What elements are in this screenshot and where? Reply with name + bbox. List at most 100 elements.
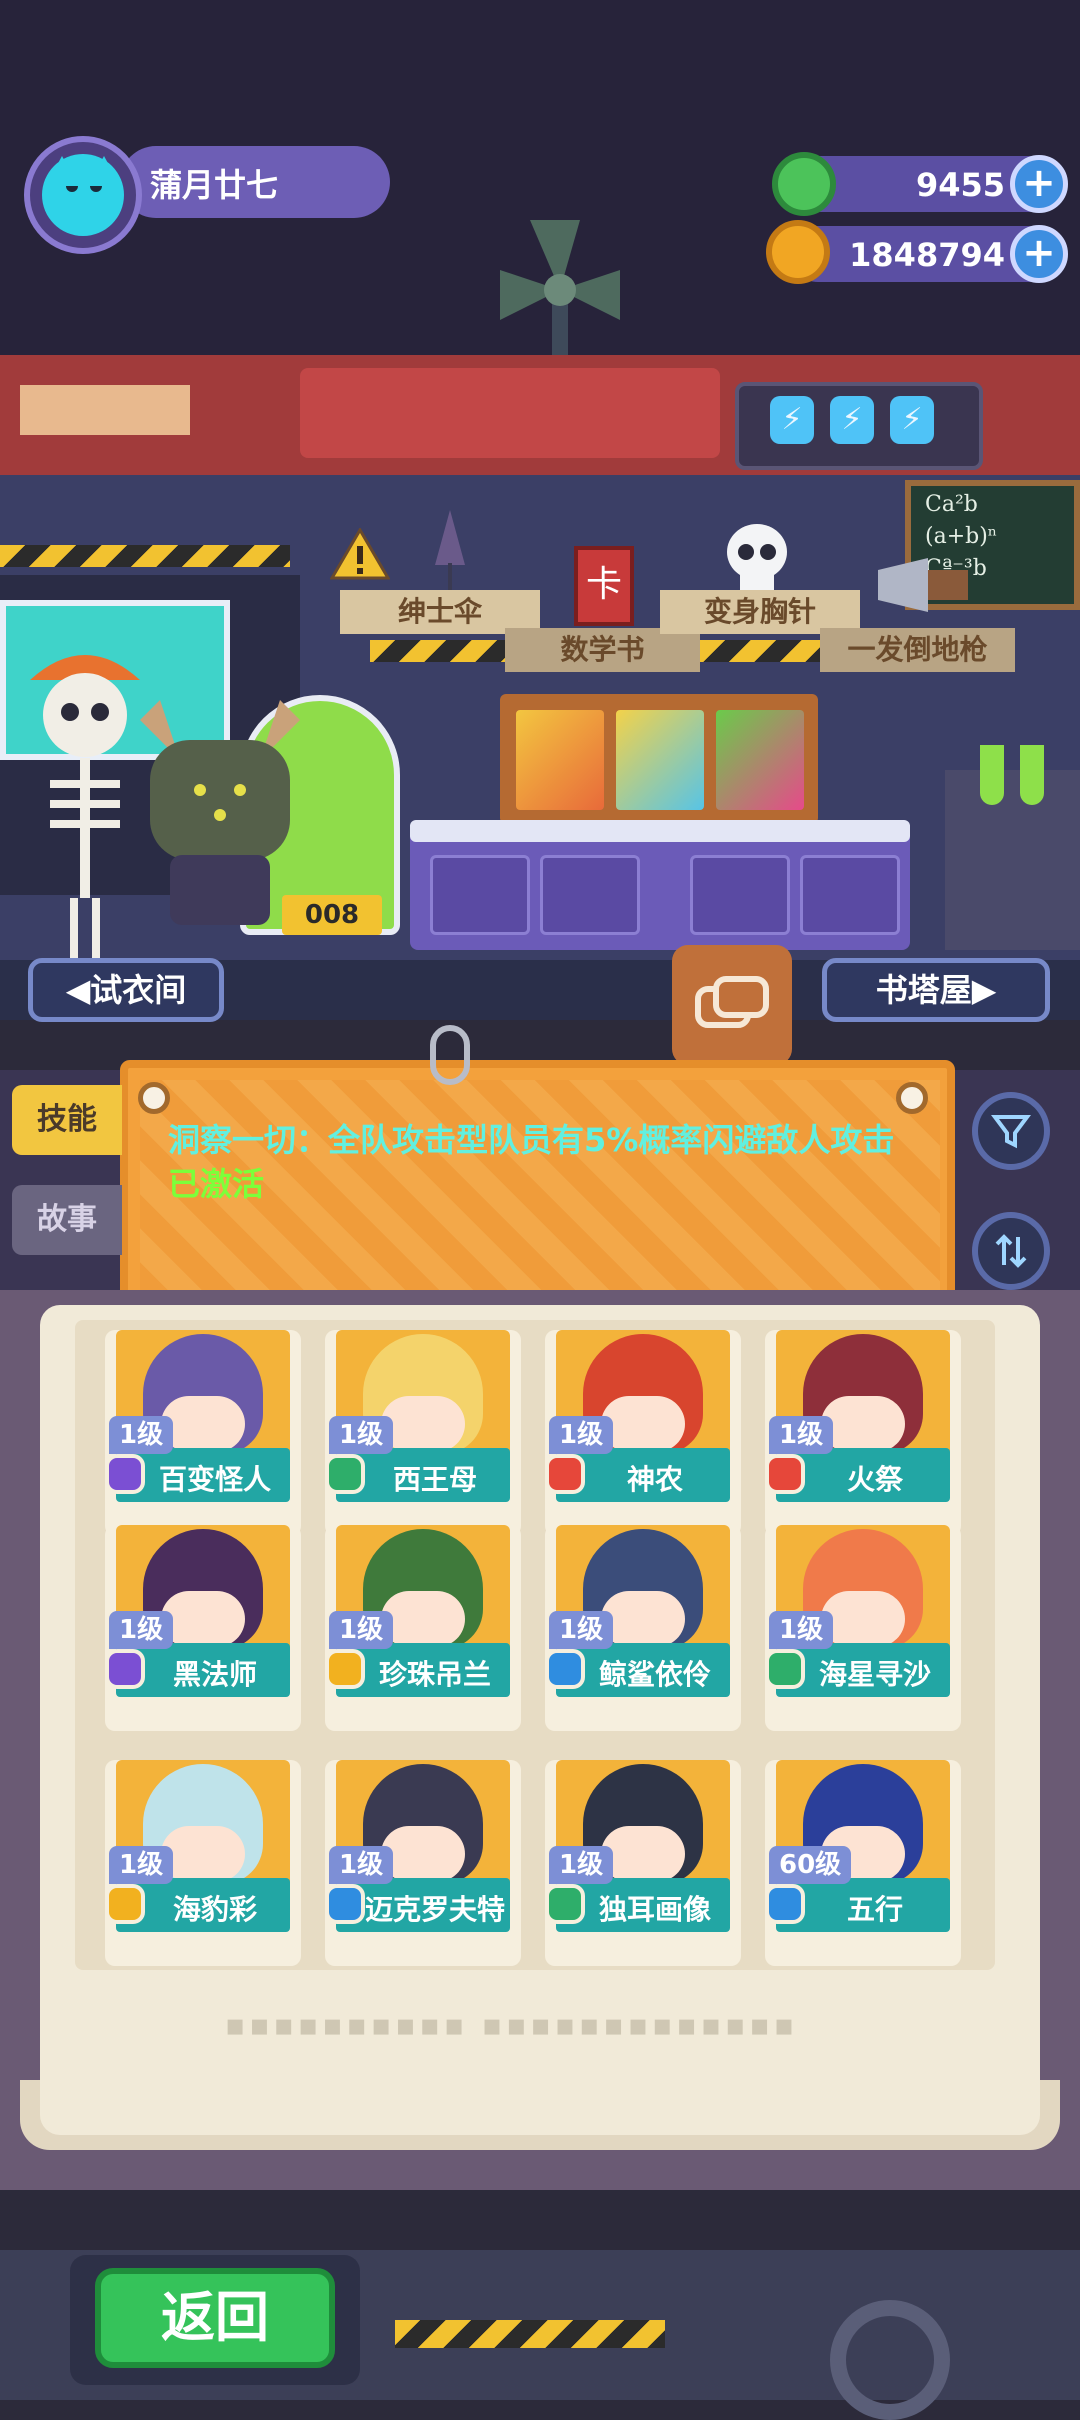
character-card[interactable]: 五行 60级: [765, 1760, 961, 1966]
character-name: 黑法师: [172, 1658, 257, 1691]
character-card[interactable]: 海豹彩 1级: [105, 1760, 301, 1966]
skull-brooch-icon: [727, 524, 787, 594]
character-level: 1级: [109, 1416, 174, 1454]
character-name: 火祭: [846, 1463, 903, 1496]
machine-number: 008: [282, 895, 382, 935]
character-card[interactable]: 鲸鲨依伶 1级: [545, 1525, 741, 1731]
lab-desk-top: [410, 820, 910, 842]
tab-story[interactable]: 故事: [12, 1185, 122, 1255]
chalkboard-line: (a+b)ⁿ: [925, 524, 998, 549]
character-name: 海星寻沙: [818, 1658, 931, 1691]
character-level: 1级: [549, 1846, 614, 1884]
character-face: [381, 1396, 465, 1452]
sort-button[interactable]: [972, 1212, 1050, 1290]
cat-ear-left: [50, 156, 74, 178]
chat-bubbles-icon: [695, 976, 769, 1028]
character-face: [161, 1396, 245, 1452]
math-book-icon: 卡: [574, 546, 634, 626]
back-button[interactable]: 返回: [95, 2268, 335, 2368]
hazard-stripe: [395, 2320, 665, 2348]
character-card[interactable]: 迈克罗夫特 1级: [325, 1760, 521, 1966]
character-level: 1级: [329, 1611, 394, 1649]
desk-drawer: [540, 855, 640, 935]
character-level: 1级: [109, 1611, 174, 1649]
cat-ear-right: [92, 156, 116, 178]
rarity-shield-icon: [325, 1454, 365, 1494]
book-tower-button[interactable]: 书塔屋▶: [822, 958, 1050, 1022]
outfit-card[interactable]: [616, 710, 704, 810]
page-footer-text: ▪▪▪▪▪▪▪▪▪▪ ▪▪▪▪▪▪▪▪▪▪▪▪▪: [225, 2008, 799, 2043]
filter-funnel-icon: [991, 1115, 1031, 1149]
character-card[interactable]: 独耳画像 1级: [545, 1760, 741, 1966]
filter-button[interactable]: [972, 1092, 1050, 1170]
character-face: [821, 1591, 905, 1647]
character-card[interactable]: 珍珠吊兰 1级: [325, 1525, 521, 1731]
gem-count: 9455: [915, 166, 1005, 204]
character-level: 1级: [769, 1611, 834, 1649]
character-card[interactable]: 火祭 1级: [765, 1330, 961, 1536]
chalkboard-line: Ca²b: [925, 492, 978, 517]
character-card[interactable]: 海星寻沙 1级: [765, 1525, 961, 1731]
character-face: [601, 1396, 685, 1452]
character-name: 珍珠吊兰: [378, 1658, 491, 1691]
rarity-shield-icon: [545, 1649, 585, 1689]
rarity-shield-icon: [105, 1884, 145, 1924]
character-level: 60级: [769, 1846, 852, 1884]
character-level: 1级: [549, 1416, 614, 1454]
character-face: [381, 1591, 465, 1647]
character-face: [601, 1591, 685, 1647]
rarity-shield-icon: [545, 1884, 585, 1924]
warning-sign-icon: [330, 528, 390, 580]
paper-clip-icon: [430, 1025, 470, 1085]
character-card[interactable]: 神农 1级: [545, 1330, 741, 1536]
umbrella-icon: [435, 510, 465, 591]
hazard-stripe: [0, 545, 290, 567]
outfit-card[interactable]: [516, 710, 604, 810]
hazard-stripe: [700, 640, 830, 662]
character-name: 鲸鲨依伶: [598, 1658, 711, 1691]
character-card[interactable]: 黑法师 1级: [105, 1525, 301, 1731]
character-level: 1级: [329, 1846, 394, 1884]
tab-skill[interactable]: 技能: [12, 1085, 122, 1155]
rarity-shield-icon: [765, 1884, 805, 1924]
character-face: [601, 1826, 685, 1882]
desk-drawer: [690, 855, 790, 935]
panel-pin: [138, 1082, 170, 1114]
dressing-room-button[interactable]: ◀试衣间: [28, 958, 224, 1022]
character-name: 西王母: [392, 1463, 477, 1496]
lab-machine-panel: [300, 368, 720, 458]
character-face: [821, 1396, 905, 1452]
character-name: 神农: [626, 1463, 683, 1496]
panel-pin: [896, 1082, 928, 1114]
gear-icon: [830, 2300, 950, 2420]
coin-count: 1848794: [849, 236, 1005, 274]
character-card[interactable]: 西王母 1级: [325, 1330, 521, 1536]
item-label-math-book[interactable]: 数学书: [505, 628, 700, 672]
character-level: 1级: [329, 1416, 394, 1454]
lightning-bolt-icon: ⚡: [830, 396, 874, 444]
character-name: 独耳画像: [598, 1893, 711, 1926]
test-tube-shelf: [945, 770, 1080, 950]
skill-text: 洞察一切：全队攻击型队员有5%概率闪避敌人攻击: [168, 1121, 895, 1159]
character-level: 1级: [109, 1846, 174, 1884]
test-tube: [1020, 745, 1044, 805]
vent-grille: [20, 385, 190, 435]
character-name: 海豹彩: [172, 1893, 257, 1926]
lightning-bolt-icon: ⚡: [770, 396, 814, 444]
skill-status: 已激活: [168, 1165, 265, 1203]
test-tube: [980, 745, 1004, 805]
megaphone-gun-icon: [878, 558, 968, 612]
rarity-shield-icon: [325, 1884, 365, 1924]
hazard-stripe: [370, 640, 510, 662]
outfit-card[interactable]: [716, 710, 804, 810]
item-label-gun[interactable]: 一发倒地枪: [820, 628, 1015, 672]
character-level: 1级: [549, 1611, 614, 1649]
player-name: 蒲月廿七: [150, 166, 279, 204]
ceiling-fan-icon: [500, 220, 620, 380]
character-card[interactable]: 百变怪人 1级: [105, 1330, 301, 1536]
sort-swap-icon: [995, 1234, 1027, 1268]
add-coin-button[interactable]: +: [1010, 225, 1068, 283]
character-name: 百变怪人: [158, 1463, 271, 1496]
add-gem-button[interactable]: +: [1010, 155, 1068, 213]
rarity-shield-icon: [545, 1454, 585, 1494]
